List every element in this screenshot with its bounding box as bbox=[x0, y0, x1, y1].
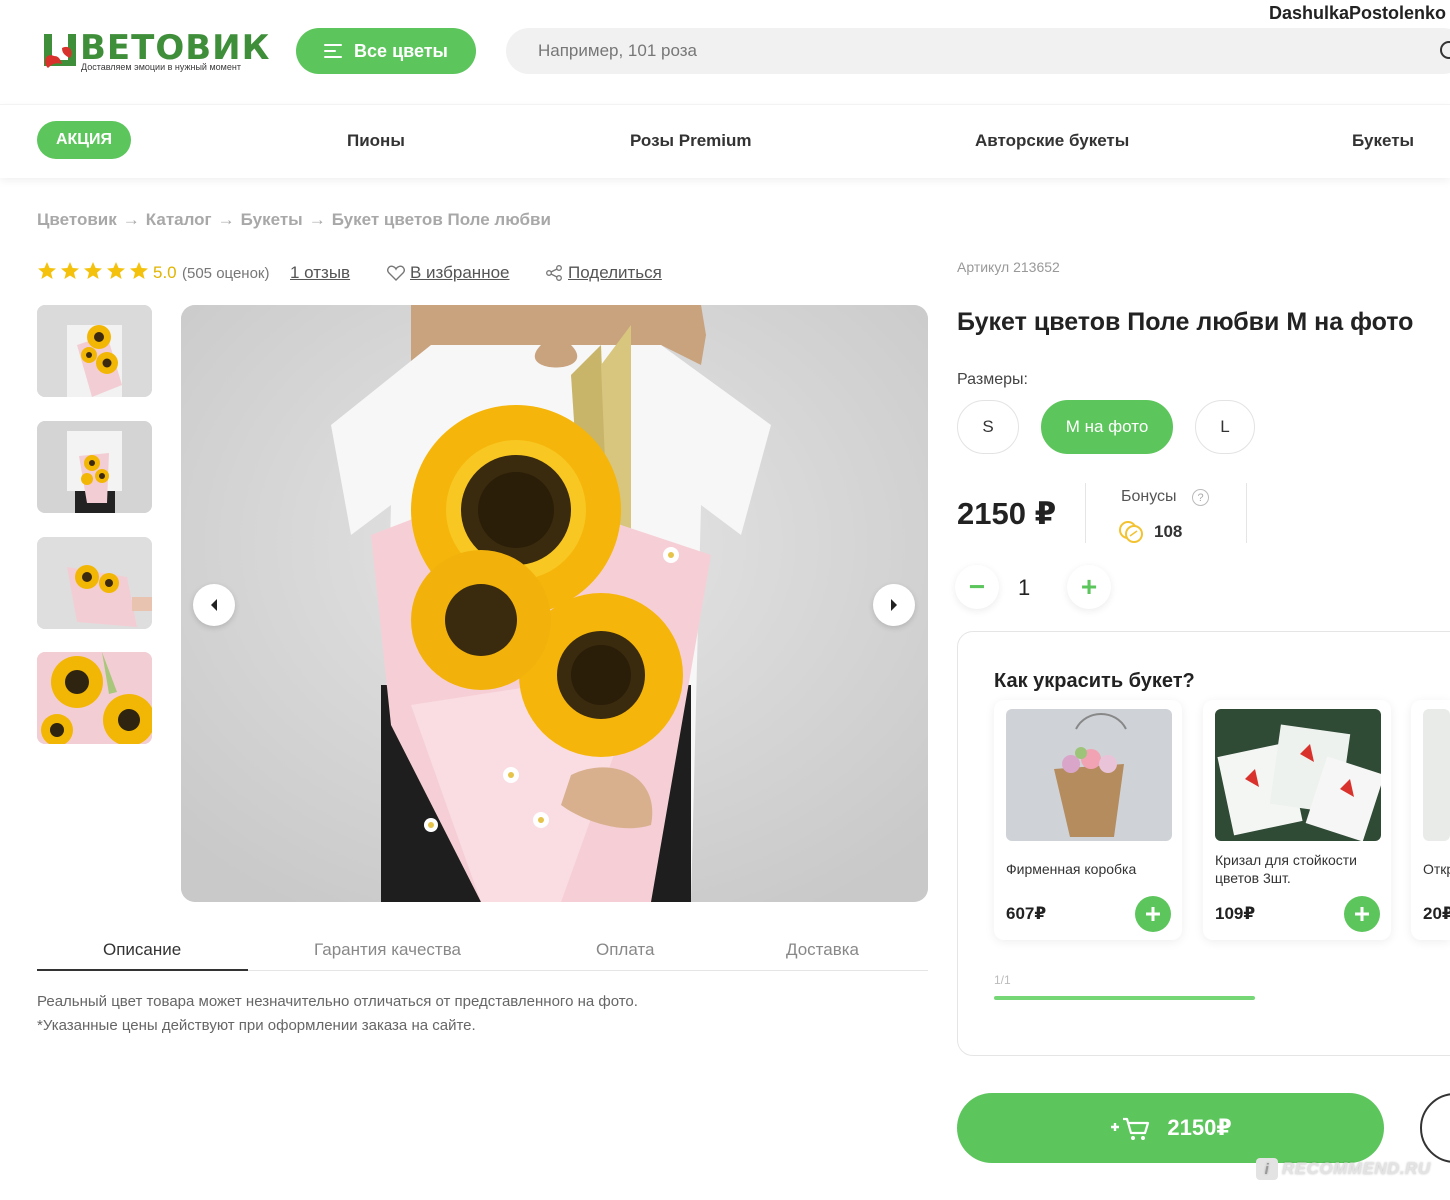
bonus-label: Бонусы bbox=[1121, 488, 1177, 505]
product-title: Букет цветов Поле любви М на фото bbox=[957, 308, 1414, 336]
sizes-label: Размеры: bbox=[957, 371, 1028, 388]
upsell-item[interactable]: Кризал для стойкости цветов 3шт. 109₽ bbox=[1203, 700, 1391, 940]
coins-icon bbox=[1118, 519, 1146, 550]
quick-order-button[interactable] bbox=[1420, 1093, 1450, 1163]
upsell-progress-bar[interactable] bbox=[994, 996, 1255, 1000]
star-icon bbox=[61, 262, 79, 279]
search-input[interactable] bbox=[538, 41, 1418, 61]
help-icon[interactable]: ? bbox=[1192, 489, 1209, 506]
description-text: Реальный цвет товара может незначительно… bbox=[37, 993, 638, 1010]
upsell-item-image bbox=[1215, 709, 1381, 841]
upsell-item[interactable]: Фирменная коробка 607₽ bbox=[994, 700, 1182, 940]
add-upsell-button[interactable] bbox=[1344, 896, 1380, 932]
nav-link-roses-premium[interactable]: Розы Premium bbox=[630, 131, 752, 151]
breadcrumb-separator: → bbox=[308, 210, 326, 229]
upsell-item-name: Откр bbox=[1423, 861, 1450, 877]
tab-description[interactable]: Описание bbox=[103, 940, 181, 960]
star-icon bbox=[130, 262, 148, 279]
star-icon bbox=[107, 262, 125, 279]
quantity-increase-button[interactable]: + bbox=[1067, 565, 1111, 609]
upsell-pager: 1/1 bbox=[994, 973, 1011, 987]
gallery-next-button[interactable] bbox=[873, 584, 915, 626]
reviews-link[interactable]: 1 отзыв bbox=[290, 263, 350, 283]
gallery-thumbnail[interactable] bbox=[37, 305, 152, 397]
add-to-favorites-link[interactable]: В избранное bbox=[387, 263, 510, 283]
product-main-image[interactable] bbox=[181, 305, 928, 902]
user-name[interactable]: DashulkaPostolenko bbox=[1269, 3, 1446, 24]
breadcrumb-separator: → bbox=[217, 210, 235, 229]
breadcrumb-item[interactable]: Букеты bbox=[241, 210, 303, 230]
gallery-thumbnail[interactable] bbox=[37, 421, 152, 513]
breadcrumb-item[interactable]: Цветовик bbox=[37, 210, 117, 230]
upsell-item-name: Кризал для стойкости цветов 3шт. bbox=[1215, 852, 1357, 886]
gallery-thumbnail[interactable] bbox=[37, 652, 152, 744]
all-flowers-button[interactable]: Все цветы bbox=[296, 28, 476, 74]
plus-icon bbox=[1355, 907, 1369, 921]
breadcrumb-item[interactable]: Каталог bbox=[146, 210, 212, 230]
all-flowers-label: Все цветы bbox=[354, 40, 448, 61]
logo-tagline: Доставляем эмоции в нужный момент bbox=[81, 62, 241, 72]
watermark: i RECOMMEND.RU bbox=[1256, 1158, 1431, 1180]
breadcrumb-current: Букет цветов Поле любви bbox=[331, 210, 551, 229]
watermark-badge: i bbox=[1256, 1158, 1278, 1180]
rating-stars bbox=[37, 261, 149, 281]
size-option-l[interactable]: L bbox=[1195, 400, 1255, 454]
heart-icon bbox=[387, 265, 405, 281]
plus-icon bbox=[1146, 907, 1160, 921]
rating-count: (505 оценок) bbox=[182, 265, 270, 282]
upsell-item-image bbox=[1006, 709, 1172, 841]
search-field[interactable] bbox=[506, 28, 1450, 74]
upsell-title: Как украсить букет? bbox=[994, 670, 1195, 692]
logo-flower-icon[interactable] bbox=[40, 30, 80, 79]
upsell-item-image bbox=[1423, 709, 1450, 841]
star-icon bbox=[38, 262, 56, 279]
article-number: Артикул 213652 bbox=[957, 259, 1060, 275]
price-divider bbox=[1085, 483, 1086, 543]
quantity-decrease-button[interactable]: − bbox=[955, 565, 999, 609]
quantity-value[interactable]: 1 bbox=[1018, 575, 1030, 601]
search-icon[interactable] bbox=[1438, 40, 1450, 67]
cart-plus-icon bbox=[1111, 1117, 1150, 1140]
upsell-item-price: 109₽ bbox=[1215, 904, 1256, 923]
star-icon bbox=[84, 262, 102, 279]
upsell-item-price: 20₽ bbox=[1423, 904, 1450, 923]
breadcrumb-separator: → bbox=[122, 210, 140, 229]
add-to-cart-button[interactable]: 2150₽ bbox=[957, 1093, 1384, 1163]
share-icon bbox=[546, 265, 562, 281]
size-option-m[interactable]: М на фото bbox=[1041, 400, 1173, 454]
gallery-prev-button[interactable] bbox=[193, 584, 235, 626]
share-link[interactable]: Поделиться bbox=[545, 263, 662, 283]
product-price: 2150 ₽ bbox=[957, 496, 1057, 531]
nav-link-peonies[interactable]: Пионы bbox=[347, 131, 405, 151]
favorite-label: В избранное bbox=[410, 263, 510, 282]
description-note: *Указанные цены действуют при оформлении… bbox=[37, 1017, 476, 1034]
nav-promo-pill[interactable]: АКЦИЯ bbox=[37, 121, 131, 159]
upsell-item-price: 607₽ bbox=[1006, 904, 1047, 923]
size-option-s[interactable]: S bbox=[957, 400, 1019, 454]
upsell-item[interactable]: Откр 20₽ bbox=[1411, 700, 1450, 940]
active-tab-indicator bbox=[37, 969, 248, 971]
chevron-right-icon bbox=[891, 599, 897, 611]
watermark-text: RECOMMEND.RU bbox=[1282, 1159, 1431, 1178]
nav-link-author-bouquets[interactable]: Авторские букеты bbox=[975, 131, 1129, 151]
chevron-left-icon bbox=[211, 599, 217, 611]
tab-delivery[interactable]: Доставка bbox=[786, 940, 859, 960]
menu-icon bbox=[324, 44, 343, 58]
breadcrumb: Цветовик → Каталог → Букеты → Букет цвет… bbox=[37, 210, 551, 230]
nav-link-bouquets[interactable]: Букеты bbox=[1352, 131, 1414, 151]
upsell-item-name: Фирменная коробка bbox=[1006, 861, 1137, 877]
gallery-thumbnail[interactable] bbox=[37, 537, 152, 629]
tab-quality-guarantee[interactable]: Гарантия качества bbox=[314, 940, 461, 960]
rating-value: 5.0 bbox=[153, 263, 177, 282]
bonus-divider bbox=[1246, 483, 1247, 543]
tab-payment[interactable]: Оплата bbox=[596, 940, 654, 960]
share-label: Поделиться bbox=[568, 263, 662, 282]
add-to-cart-label: 2150₽ bbox=[1167, 1115, 1232, 1140]
add-upsell-button[interactable] bbox=[1135, 896, 1171, 932]
bonus-value: 108 bbox=[1154, 522, 1183, 541]
